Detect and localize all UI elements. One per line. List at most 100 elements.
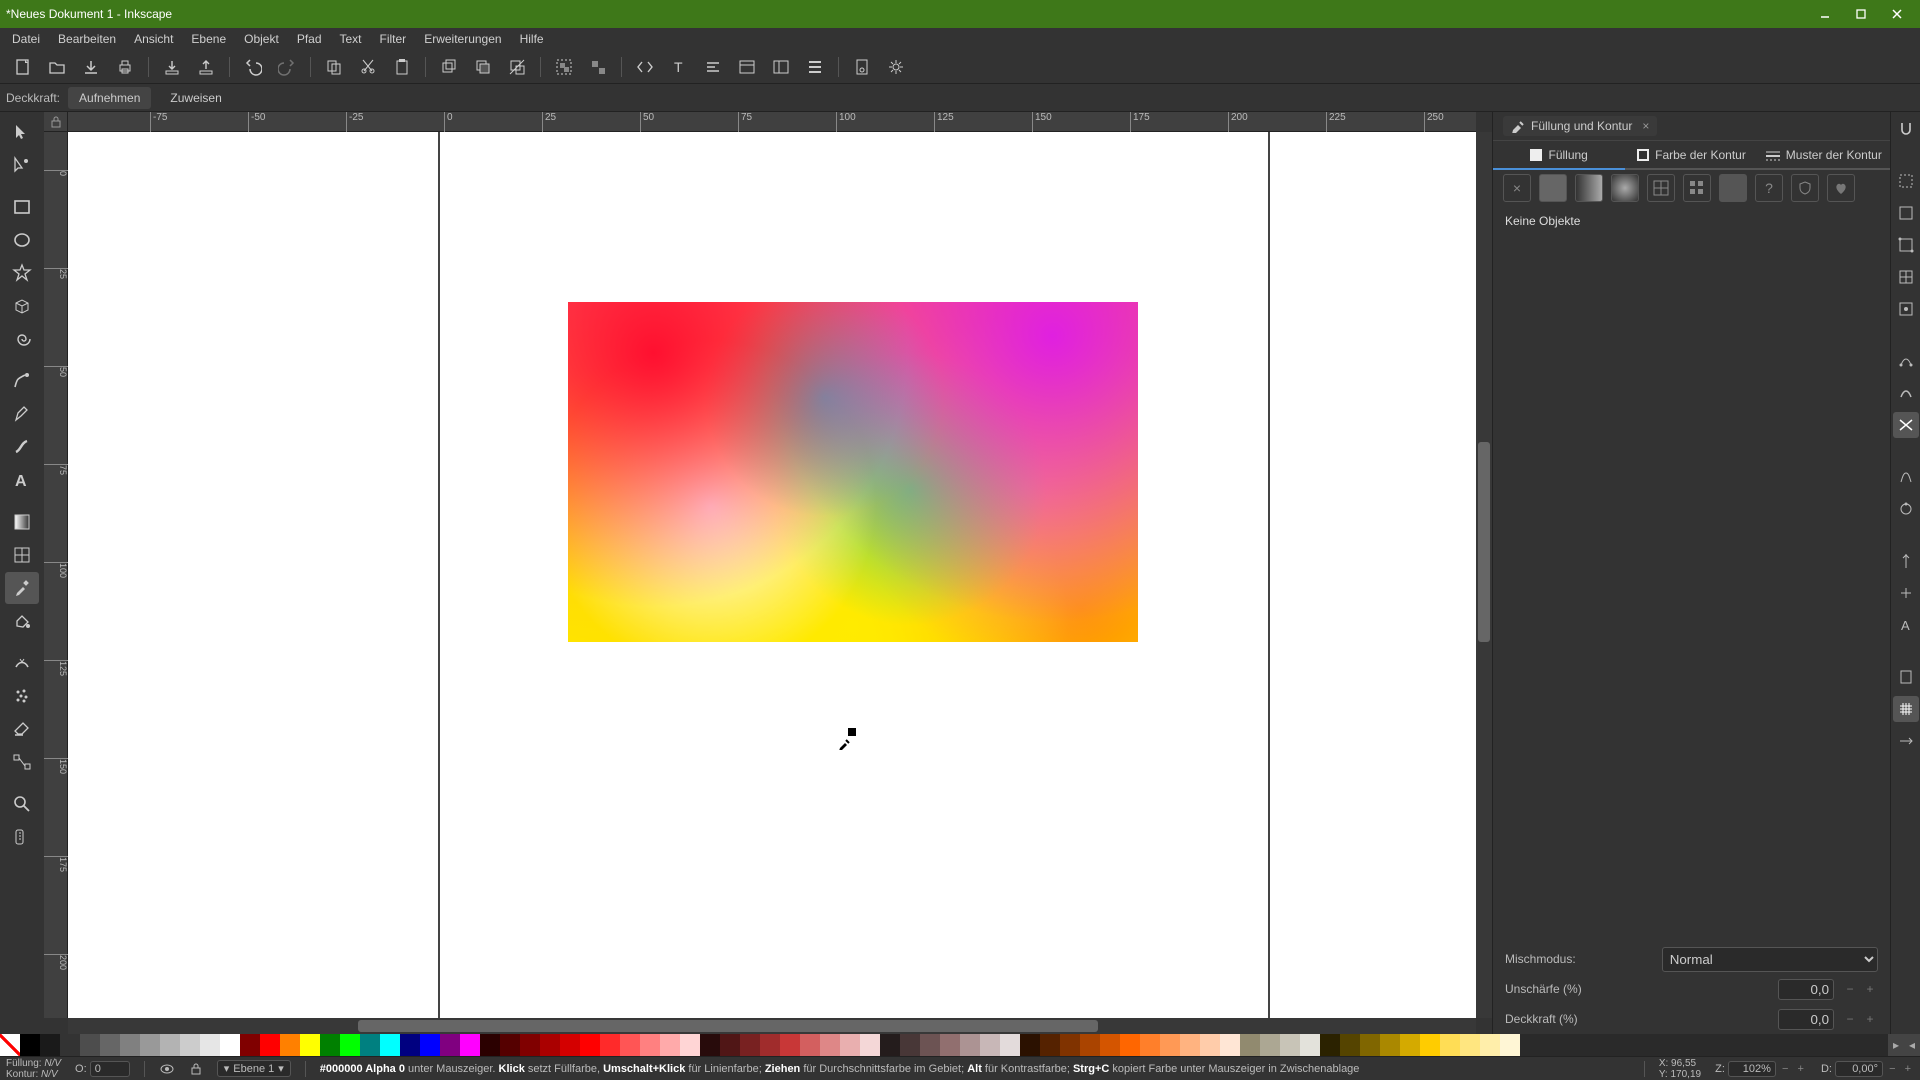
snap-midpoints-icon[interactable] (1893, 264, 1919, 290)
palette-swatch[interactable] (1380, 1034, 1400, 1056)
palette-swatch[interactable] (980, 1034, 1000, 1056)
pick-button[interactable]: Aufnehmen (68, 87, 151, 109)
palette-swatch[interactable] (680, 1034, 700, 1056)
palette-swatch[interactable] (580, 1034, 600, 1056)
minimize-button[interactable] (1808, 3, 1842, 25)
tab-stroke-style[interactable]: Muster der Kontur (1758, 141, 1890, 168)
rot-dec-icon[interactable]: − (1886, 1063, 1898, 1075)
new-doc-icon[interactable] (8, 53, 38, 81)
palette-swatch[interactable] (500, 1034, 520, 1056)
paint-radial-icon[interactable] (1611, 174, 1639, 202)
text-tool-icon-tb[interactable]: A (5, 464, 39, 496)
unlink-clone-icon[interactable] (502, 53, 532, 81)
spiral-tool-icon[interactable] (5, 323, 39, 355)
close-button[interactable] (1880, 3, 1914, 25)
palette-swatch[interactable] (1220, 1034, 1240, 1056)
paste-icon[interactable] (387, 53, 417, 81)
palette-swatch[interactable] (1140, 1034, 1160, 1056)
snap-cusp-icon[interactable] (1893, 464, 1919, 490)
palette-swatch[interactable] (640, 1034, 660, 1056)
panel-tab[interactable]: Füllung und Kontur × (1503, 116, 1657, 136)
layers-icon[interactable] (766, 53, 796, 81)
group-icon[interactable] (549, 53, 579, 81)
prefs-icon[interactable] (881, 53, 911, 81)
connector-tool-icon[interactable] (5, 746, 39, 778)
palette-swatch[interactable] (540, 1034, 560, 1056)
palette-swatch[interactable] (400, 1034, 420, 1056)
save-icon[interactable] (76, 53, 106, 81)
zoom-in-icon[interactable]: + (1795, 1063, 1807, 1075)
snap-grid-icon[interactable] (1893, 696, 1919, 722)
menu-view[interactable]: Ansicht (126, 30, 181, 48)
paint-flat-icon[interactable] (1539, 174, 1567, 202)
ruler-vertical[interactable]: 0 25 50 75 100 125 150 175 200 (44, 132, 68, 1018)
blur-inc[interactable]: + (1862, 981, 1878, 997)
palette-swatch[interactable] (1000, 1034, 1020, 1056)
menu-ext[interactable]: Erweiterungen (416, 30, 509, 48)
node-tool-icon[interactable] (5, 149, 39, 181)
palette-swatch[interactable] (1340, 1034, 1360, 1056)
opacity-input[interactable] (1778, 1009, 1834, 1030)
mesh-tool-icon[interactable] (5, 539, 39, 571)
xml-editor-icon[interactable] (630, 53, 660, 81)
palette-swatch[interactable] (620, 1034, 640, 1056)
palette-swatch[interactable] (440, 1034, 460, 1056)
status-o-value[interactable]: 0 (90, 1061, 130, 1077)
palette-swatch[interactable] (1500, 1034, 1520, 1056)
snap-nodes-icon[interactable] (1893, 348, 1919, 374)
palette-swatch[interactable] (820, 1034, 840, 1056)
paint-pattern-icon[interactable] (1683, 174, 1711, 202)
pen-tool-icon[interactable] (5, 398, 39, 430)
palette-swatch[interactable] (960, 1034, 980, 1056)
palette-swatch[interactable] (920, 1034, 940, 1056)
snap-text-icon[interactable]: A (1893, 612, 1919, 638)
palette-swatch[interactable] (1320, 1034, 1340, 1056)
status-zoom[interactable]: 102% (1728, 1061, 1776, 1077)
palette-swatch[interactable] (220, 1034, 240, 1056)
palette-swatch[interactable] (700, 1034, 720, 1056)
assign-button[interactable]: Zuweisen (159, 87, 232, 109)
snapping-master-icon[interactable] (1893, 116, 1919, 142)
paint-linear-icon[interactable] (1575, 174, 1603, 202)
objects-icon[interactable] (800, 53, 830, 81)
snap-corners-icon[interactable] (1893, 232, 1919, 258)
paint-unknown-icon[interactable]: ? (1755, 174, 1783, 202)
menu-layer[interactable]: Ebene (183, 30, 234, 48)
palette-swatch[interactable] (280, 1034, 300, 1056)
tweak-tool-icon[interactable] (5, 647, 39, 679)
zoom-out-icon[interactable]: − (1779, 1063, 1791, 1075)
palette-swatch[interactable] (940, 1034, 960, 1056)
blur-dec[interactable]: − (1842, 981, 1858, 997)
palette-swatch[interactable] (1020, 1034, 1040, 1056)
lock-layer-icon[interactable] (189, 1062, 203, 1076)
layer-selector[interactable]: ▾ Ebene 1 ▾ (217, 1060, 291, 1077)
spray-tool-icon[interactable] (5, 680, 39, 712)
undo-icon[interactable] (238, 53, 268, 81)
snap-rotation-icon[interactable] (1893, 580, 1919, 606)
import-icon[interactable] (157, 53, 187, 81)
doc-props-icon[interactable] (847, 53, 877, 81)
align-icon[interactable] (698, 53, 728, 81)
ungroup-icon[interactable] (583, 53, 613, 81)
palette-swatch[interactable] (760, 1034, 780, 1056)
palette-swatch[interactable] (860, 1034, 880, 1056)
snap-guide2-icon[interactable] (1893, 728, 1919, 754)
gradient-tool-icon[interactable] (5, 506, 39, 538)
palette-scroll-icon[interactable]: ▸ (1888, 1034, 1904, 1056)
horizontal-scrollbar[interactable] (68, 1018, 1476, 1034)
opacity-dec[interactable]: − (1842, 1011, 1858, 1027)
palette-swatch[interactable] (1420, 1034, 1440, 1056)
palette-swatch[interactable] (900, 1034, 920, 1056)
menu-text[interactable]: Text (332, 30, 370, 48)
palette-swatch[interactable] (1200, 1034, 1220, 1056)
palette-swatch[interactable] (1360, 1034, 1380, 1056)
ruler-horizontal[interactable]: -75 -50 -25 0 25 50 75 100 125 150 175 2… (68, 112, 1476, 132)
opacity-inc[interactable]: + (1862, 1011, 1878, 1027)
canvas[interactable] (68, 132, 1476, 1018)
pencil-tool-icon[interactable] (5, 365, 39, 397)
snap-smooth-icon[interactable] (1893, 496, 1919, 522)
palette-swatch[interactable] (180, 1034, 200, 1056)
palette-swatch[interactable] (420, 1034, 440, 1056)
print-icon[interactable] (110, 53, 140, 81)
ruler-lock-icon[interactable] (44, 112, 68, 132)
